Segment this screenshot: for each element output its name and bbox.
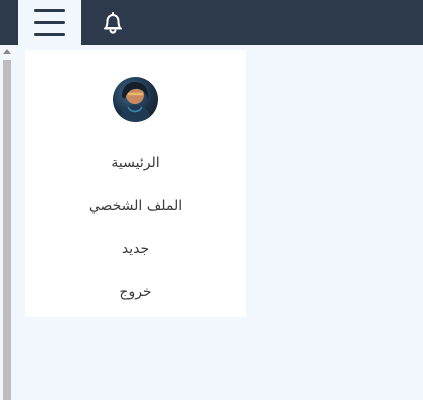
bell-icon[interactable] (99, 9, 127, 37)
sidebar-item-logout[interactable]: خروج (25, 271, 246, 314)
scrollbar-thumb[interactable] (3, 60, 11, 400)
sidebar-nav: الرئيسية الملف الشخصي جديد خروج (25, 142, 246, 314)
top-navbar (0, 0, 423, 45)
sidebar-item-home[interactable]: الرئيسية (25, 142, 246, 185)
sidebar-item-new[interactable]: جديد (25, 228, 246, 271)
avatar (113, 77, 158, 122)
sidebar-item-profile[interactable]: الملف الشخصي (25, 185, 246, 228)
sidebar-card: الرئيسية الملف الشخصي جديد خروج (25, 50, 246, 317)
scroll-up-arrow-icon[interactable] (3, 49, 11, 54)
hamburger-menu-icon (34, 9, 65, 12)
menu-toggle-button[interactable] (18, 0, 81, 45)
vertical-scrollbar[interactable] (0, 45, 14, 400)
hamburger-menu-icon-bar (34, 33, 65, 36)
hamburger-menu-icon-bar (34, 21, 65, 24)
